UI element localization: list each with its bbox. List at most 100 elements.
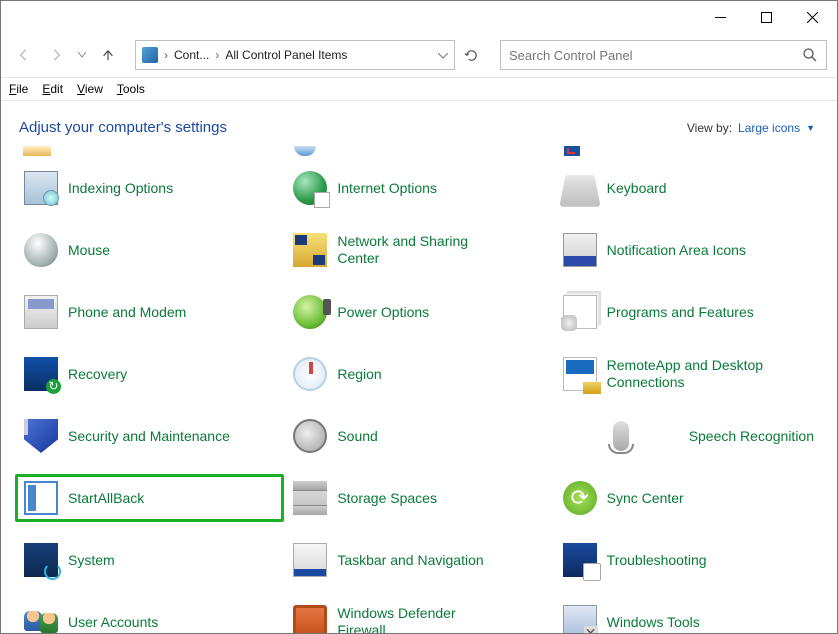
cp-item-startallback[interactable]: StartAllBack (15, 474, 284, 522)
phone-icon (24, 295, 58, 329)
internet-icon (293, 171, 327, 205)
chevron-icon: › (215, 48, 219, 62)
item-label: Windows Tools (607, 614, 700, 631)
breadcrumb-seg2[interactable]: All Control Panel Items (225, 48, 347, 62)
trouble-icon (563, 543, 597, 577)
maximize-button[interactable] (743, 2, 789, 32)
taskbar-icon (293, 543, 327, 577)
view-by-value[interactable]: Large icons (738, 121, 800, 135)
content-header: Adjust your computer's settings View by:… (1, 101, 837, 142)
close-button[interactable] (789, 2, 835, 32)
menu-file[interactable]: File (9, 82, 28, 96)
indexing-icon (24, 171, 58, 205)
mouse-icon (24, 233, 58, 267)
partial-row-cutoff (1, 142, 837, 156)
users-icon (24, 605, 58, 633)
cp-item-keyboard[interactable]: Keyboard (554, 164, 823, 212)
cp-item-taskbar-and-navigation[interactable]: Taskbar and Navigation (284, 536, 553, 584)
keyboard-icon (559, 175, 600, 207)
sound-icon (293, 419, 327, 453)
search-icon[interactable] (802, 47, 818, 63)
view-by-label: View by: (687, 121, 732, 135)
startallback-icon (24, 481, 58, 515)
minimize-button[interactable] (697, 2, 743, 32)
cp-item-user-accounts[interactable]: User Accounts (15, 598, 284, 633)
item-label: Taskbar and Navigation (337, 552, 483, 569)
item-label: Power Options (337, 304, 429, 321)
cp-item-notification-area-icons[interactable]: Notification Area Icons (554, 226, 823, 274)
cp-item-windows-defender-firewall[interactable]: Windows Defender Firewall (284, 598, 553, 633)
cp-item-speech-recognition[interactable]: Speech Recognition (554, 412, 823, 460)
view-by-control[interactable]: View by: Large icons ▼ (687, 121, 815, 135)
security-icon (24, 419, 58, 453)
cp-item-indexing-options[interactable]: Indexing Options (15, 164, 284, 212)
cp-item-windows-tools[interactable]: Windows Tools (554, 598, 823, 633)
item-label: User Accounts (68, 614, 158, 631)
programs-icon (563, 295, 597, 329)
item-label: Network and Sharing Center (337, 233, 497, 267)
cp-item-internet-options[interactable]: Internet Options (284, 164, 553, 212)
address-dropdown[interactable] (438, 48, 448, 62)
menu-view[interactable]: View (77, 82, 103, 96)
menu-bar: File Edit View Tools (1, 77, 837, 101)
cp-item-system[interactable]: System (15, 536, 284, 584)
tools-icon (563, 605, 597, 633)
items-grid: Indexing Options Internet Options Keyboard… (1, 164, 837, 633)
power-icon (293, 295, 327, 329)
cp-item-network-and-sharing-center[interactable]: Network and Sharing Center (284, 226, 553, 274)
item-label: System (68, 552, 115, 569)
cp-item-region[interactable]: Region (284, 350, 553, 398)
up-button[interactable] (95, 42, 121, 68)
cp-item-mouse[interactable]: Mouse (15, 226, 284, 274)
item-label: Notification Area Icons (607, 242, 746, 259)
recent-dropdown[interactable] (75, 52, 89, 58)
forward-button[interactable] (43, 42, 69, 68)
breadcrumb-seg1[interactable]: Cont... (174, 48, 209, 62)
system-icon (24, 543, 58, 577)
item-label: Security and Maintenance (68, 428, 230, 445)
region-icon (293, 357, 327, 391)
item-label: Phone and Modem (68, 304, 186, 321)
speech-icon (613, 421, 629, 451)
search-box[interactable] (500, 40, 827, 70)
menu-tools[interactable]: Tools (117, 82, 145, 96)
item-label: Recovery (68, 366, 127, 383)
cp-item-programs-and-features[interactable]: Programs and Features (554, 288, 823, 336)
cp-item-power-options[interactable]: Power Options (284, 288, 553, 336)
item-label: Speech Recognition (689, 428, 814, 445)
menu-edit[interactable]: Edit (42, 82, 63, 96)
item-label: Sync Center (607, 490, 684, 507)
cp-item-sync-center[interactable]: Sync Center (554, 474, 823, 522)
item-label: Troubleshooting (607, 552, 707, 569)
storage-icon (293, 481, 327, 515)
recovery-icon (24, 357, 58, 391)
cp-item-phone-and-modem[interactable]: Phone and Modem (15, 288, 284, 336)
cp-item-storage-spaces[interactable]: Storage Spaces (284, 474, 553, 522)
item-label: Sound (337, 428, 377, 445)
item-label: Internet Options (337, 180, 437, 197)
nav-toolbar: › Cont... › All Control Panel Items (1, 33, 837, 77)
chevron-down-icon: ▼ (806, 123, 815, 133)
cp-item-recovery[interactable]: Recovery (15, 350, 284, 398)
item-label: Region (337, 366, 381, 383)
window-titlebar (1, 1, 837, 33)
remote-icon (563, 357, 597, 391)
back-button[interactable] (11, 42, 37, 68)
control-panel-icon (142, 47, 158, 63)
item-label: Keyboard (607, 180, 667, 197)
refresh-button[interactable] (460, 40, 482, 70)
cp-item-security-and-maintenance[interactable]: Security and Maintenance (15, 412, 284, 460)
item-label: Mouse (68, 242, 110, 259)
notif-icon (563, 233, 597, 267)
sync-icon (563, 481, 597, 515)
item-label: Storage Spaces (337, 490, 437, 507)
address-bar[interactable]: › Cont... › All Control Panel Items (135, 40, 455, 70)
defender-icon (293, 605, 327, 633)
search-input[interactable] (509, 48, 802, 63)
item-label: Indexing Options (68, 180, 173, 197)
cp-item-sound[interactable]: Sound (284, 412, 553, 460)
network-icon (293, 233, 327, 267)
cp-item-troubleshooting[interactable]: Troubleshooting (554, 536, 823, 584)
item-label: StartAllBack (68, 490, 144, 507)
cp-item-remoteapp-and-desktop-connections[interactable]: RemoteApp and Desktop Connections (554, 350, 823, 398)
